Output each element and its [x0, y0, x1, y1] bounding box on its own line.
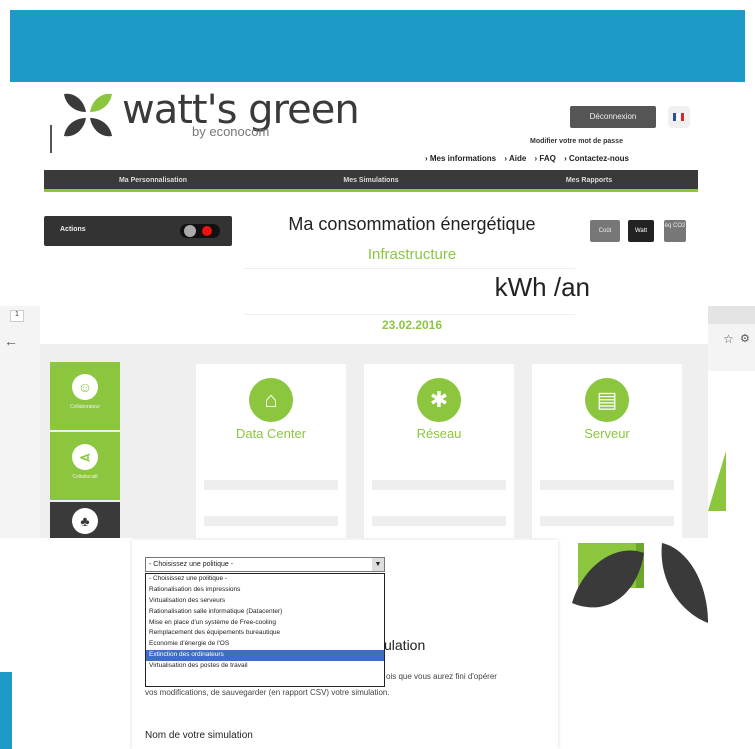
view-cost-button[interactable]: Coût [590, 220, 620, 242]
home-icon: ⌂ [249, 378, 293, 422]
actions-toggle[interactable] [180, 224, 220, 238]
contact-link[interactable]: › Contactez-nous [564, 154, 629, 163]
card-serveur[interactable]: ▤ Serveur [532, 364, 682, 538]
divider [245, 268, 575, 269]
policy-option[interactable]: Remplacement des équipements bureautique [146, 628, 384, 639]
card-field [372, 516, 506, 526]
policy-select-value: - Choisissez une politique - [149, 561, 234, 568]
browser-bar [708, 306, 755, 324]
policy-option[interactable]: Rationalisation des impressions [146, 585, 384, 596]
dialog-text: vos modifications, de sauvegarder (en ra… [145, 688, 390, 697]
dialog-title: ulation [384, 637, 426, 653]
toggle-indicator [202, 226, 212, 236]
settings-icon[interactable]: ⚙ [740, 332, 750, 345]
share-icon: ⋖ [72, 444, 98, 470]
left-accent-strip [0, 672, 12, 749]
simulation-name-label: Nom de votre simulation [145, 730, 253, 741]
back-arrow-icon[interactable]: ← [4, 333, 18, 349]
logout-button[interactable]: Déconnexion [570, 106, 656, 128]
card-field [540, 480, 674, 490]
browser-toolbar-left: 1 ← [0, 306, 40, 538]
actions-label: Actions [60, 226, 86, 233]
logo-decoration [558, 543, 708, 678]
chevron-down-icon[interactable]: ▼ [372, 558, 384, 571]
view-watt-button[interactable]: Watt [628, 220, 654, 242]
view-co2-button[interactable]: éq CO2 [664, 220, 686, 242]
leaf-logo-icon [64, 93, 112, 137]
dialog-text: ois que vous aurez fini d'opérer [386, 672, 497, 681]
side-item-label: Collaboratif [72, 474, 98, 480]
french-flag-icon[interactable] [668, 106, 690, 128]
policy-option[interactable]: Mise en place d'un système de Free-cooli… [146, 618, 384, 629]
tab-button[interactable]: 1 [10, 310, 24, 322]
side-item-label: Collaborateur [69, 404, 101, 410]
server-icon: ▤ [585, 378, 629, 422]
faq-link[interactable]: › FAQ [535, 154, 556, 163]
card-label: Serveur [584, 426, 630, 441]
person-icon: ☺ [72, 374, 98, 400]
sitemap-icon: ♣ [72, 508, 98, 534]
actions-panel: Actions [44, 216, 232, 246]
my-info-link[interactable]: › Mes informations [425, 154, 496, 163]
green-triangle-decoration [708, 451, 726, 511]
main-nav: Ma Personnalisation Mes Simulations Mes … [44, 170, 698, 192]
side-item-collaboratif[interactable]: ⋖ Collaboratif [50, 432, 120, 500]
logo-divider [50, 125, 52, 153]
card-field [540, 516, 674, 526]
logo-tagline: by econocom [192, 124, 270, 139]
page-subtitle: Infrastructure [367, 246, 457, 263]
divider [245, 314, 575, 315]
side-item-collaborateur[interactable]: ☺ Collaborateur [50, 362, 120, 430]
nav-item-personnalisation[interactable]: Ma Personnalisation [44, 170, 262, 189]
policy-dropdown: - Choisissez une politique - Rationalisa… [145, 573, 385, 687]
card-data-center[interactable]: ⌂ Data Center [196, 364, 346, 538]
policy-option-selected[interactable]: Extinction des ordinateurs [146, 650, 384, 662]
top-banner [10, 10, 745, 82]
nav-item-rapports[interactable]: Mes Rapports [480, 170, 698, 189]
policy-option[interactable]: Economie d'énergie de l'OS [146, 639, 384, 650]
toggle-knob [184, 225, 196, 237]
network-icon: ✱ [417, 378, 461, 422]
unit-value: kWh /an [494, 272, 590, 302]
policy-option[interactable]: Virtualisation des postes de travail [146, 661, 384, 672]
user-links: › Mes informations › Aide › FAQ › Contac… [425, 154, 635, 163]
date-label: 23.02.2016 [381, 318, 443, 332]
star-icon[interactable]: ☆ [723, 332, 734, 346]
side-nav: ☺ Collaborateur ⋖ Collaboratif ♣ [50, 362, 120, 538]
card-field [372, 480, 506, 490]
policy-option[interactable]: Rationalisation salle informatique (Data… [146, 607, 384, 618]
nav-item-simulations[interactable]: Mes Simulations [262, 170, 480, 189]
page-title: Ma consommation énergétique [288, 214, 536, 234]
help-link[interactable]: › Aide [504, 154, 526, 163]
leaf-decoration-icon [572, 543, 708, 623]
policy-option[interactable]: Virtualisation des serveurs [146, 596, 384, 607]
change-password-link[interactable]: Modifier votre mot de passe [530, 138, 623, 145]
policy-option[interactable]: - Choisissez une politique - [146, 574, 384, 585]
card-field [204, 480, 338, 490]
card-label: Data Center [235, 426, 307, 441]
card-reseau[interactable]: ✱ Réseau [364, 364, 514, 538]
side-item-organisation[interactable]: ♣ [50, 502, 120, 538]
browser-toolbar-right: ☆ ⚙ [708, 306, 755, 371]
policy-select[interactable]: - Choisissez une politique - ▼ [145, 557, 385, 572]
logo[interactable]: watt's green by econocom [50, 88, 380, 158]
card-label: Réseau [416, 426, 462, 441]
card-field [204, 516, 338, 526]
